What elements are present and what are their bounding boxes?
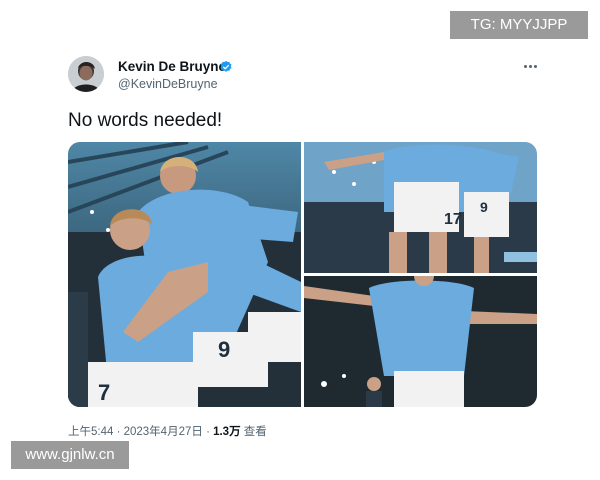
svg-text:17: 17 (444, 211, 462, 228)
media-photo-3[interactable] (304, 276, 537, 407)
tweet-text: No words needed! (68, 110, 223, 131)
tweet-card: Kevin De Bruyne @KevinDeBruyne No words … (0, 0, 600, 480)
watermark-tg: TG: MYYJJPP (450, 11, 588, 39)
media-grid: 9 7 17 9 (68, 142, 537, 407)
svg-text:9: 9 (218, 337, 230, 362)
views-label: 查看 (240, 426, 267, 438)
author-display-name[interactable]: Kevin De Bruyne (118, 59, 226, 74)
author-handle[interactable]: @KevinDeBruyne (118, 77, 218, 91)
svg-text:7: 7 (98, 380, 110, 405)
media-photo-2[interactable]: 17 9 (304, 142, 537, 273)
media-photo-1[interactable]: 9 7 (68, 142, 301, 407)
tweet-meta: 上午5:44 · 2023年4月27日 · 1.3万 查看 (68, 423, 267, 439)
more-options-icon[interactable] (520, 58, 540, 74)
tweet-timestamp[interactable]: 上午5:44 · 2023年4月27日 · (68, 426, 213, 438)
views-count: 1.3万 (213, 426, 241, 438)
watermark-site: www.gjnlw.cn (11, 441, 129, 469)
svg-text:9: 9 (480, 199, 488, 215)
author-avatar[interactable] (68, 56, 104, 92)
verified-badge-icon (220, 60, 232, 72)
